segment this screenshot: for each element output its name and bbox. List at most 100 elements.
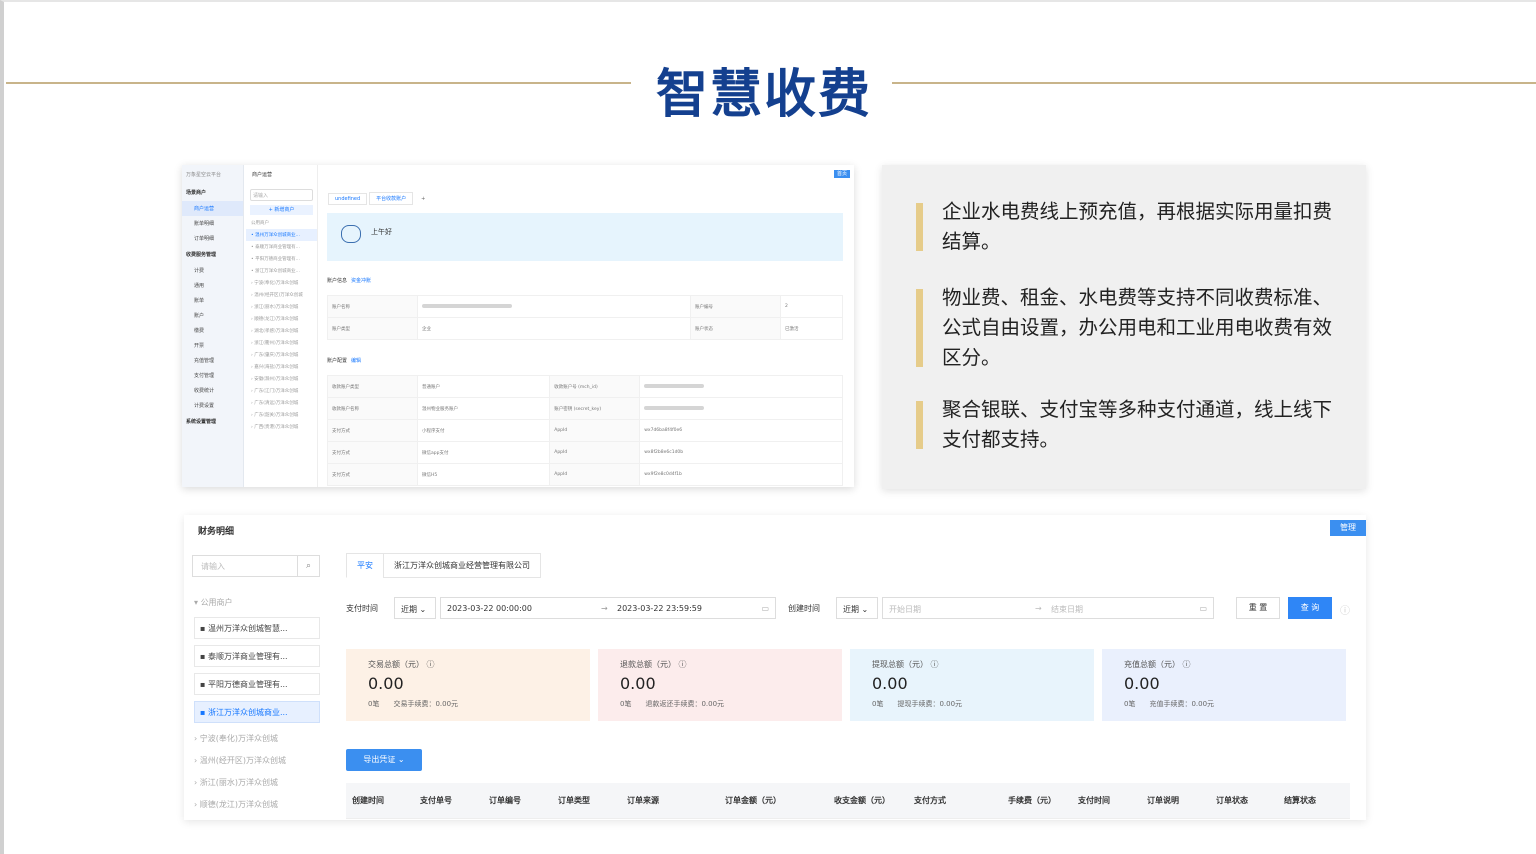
sidebar-group[interactable]: 系统设置管理 (182, 413, 243, 430)
stat-detail: 0笔 充值手续费：0.00元 (1124, 700, 1215, 708)
tree-node[interactable]: • 温州万洋众创城商业... (246, 229, 317, 241)
table-row: 支付方式 微信app支付 AppId wx8f2b8e6c1d0b (327, 441, 843, 464)
reset-button[interactable]: 重 置 (1236, 597, 1280, 619)
column-header[interactable]: 订单状态 (1216, 795, 1248, 806)
sidebar-item[interactable]: 计费设置 (182, 398, 243, 413)
tree-subnode[interactable]: › 宁波(奉化)万洋众创城 (246, 277, 317, 289)
table-cell (639, 397, 843, 420)
column-header[interactable]: 收支金额（元） (834, 795, 890, 806)
tab-bar: 平安 浙江万洋众创城商业经营管理有限公司 (346, 553, 1356, 578)
table-row: 支付方式 微信H5 AppId wx9f2e8c0d4f1b (327, 463, 843, 486)
sidebar-item[interactable]: 通用 (182, 278, 243, 293)
tree-subnode[interactable]: › 广东(韶关)万洋众创城 (246, 409, 317, 421)
pay-date-range[interactable]: 2023-03-22 00:00:00 → 2023-03-22 23:59:5… (440, 597, 776, 619)
table-cell (417, 295, 691, 318)
tree-subnode[interactable]: › 浙江(丽水)万洋众创城 (192, 773, 322, 795)
tree-subnode[interactable]: › 顺德(龙江)万洋众创城 (246, 313, 317, 325)
create-range-select[interactable]: 近期 ⌄ (836, 597, 878, 619)
table-cell: 支付方式 (327, 419, 418, 442)
stat-value: 0.00 (620, 674, 656, 693)
column-header[interactable]: 订单说明 (1147, 795, 1179, 806)
tree-subnode[interactable]: › 广东(肇庆)万洋众创城 (246, 349, 317, 361)
feature-prepay: 企业水电费线上预充值，再根据实际用量扣费结算。 (916, 197, 1336, 257)
sidebar-item[interactable]: 商户运营 (182, 201, 243, 216)
tab-company[interactable]: 浙江万洋众创城商业经营管理有限公司 (383, 553, 541, 578)
table-cell: 微信app支付 (416, 441, 551, 464)
stat-value: 0.00 (872, 674, 908, 693)
tree-subnode[interactable]: › 温州(经开区)万洋众创城 (192, 751, 322, 773)
sidebar-item[interactable]: 充值管理 (182, 353, 243, 368)
tree-subnode[interactable]: › 嘉兴(海盐)万洋众创城 (246, 361, 317, 373)
tree-subnode[interactable]: › 广西(贵港)万洋众创城 (246, 421, 317, 433)
tree-node[interactable]: • 泰顺万洋商业管理有... (246, 241, 317, 253)
tree-node[interactable]: ▪ 浙江万洋众创城商业... (194, 701, 320, 723)
tree-subnode[interactable]: › 宁波(奉化)万洋众创城 (192, 729, 322, 751)
export-button[interactable]: 导出凭证 ⌄ (346, 749, 422, 771)
sidebar-item[interactable]: 计费 (182, 263, 243, 278)
edit-config-link[interactable]: 编辑 (351, 358, 361, 364)
accent-bar (916, 203, 923, 251)
tab-pingan[interactable]: 平安 (346, 553, 384, 578)
tree-subnode[interactable]: › 顺德(龙江)万洋众创城 (192, 795, 322, 817)
add-merchant-button[interactable]: + 新增商户 (250, 205, 313, 215)
home-badge[interactable]: 首页 (834, 170, 850, 178)
sidebar-item[interactable]: 订单明细 (182, 231, 243, 246)
column-header[interactable]: 订单金额（元） (725, 795, 781, 806)
sidebar-item[interactable]: 账单 (182, 293, 243, 308)
column-header[interactable]: 支付方式 (914, 795, 946, 806)
sidebar-item[interactable]: 账户 (182, 308, 243, 323)
finance-title: 财务明细 (198, 527, 235, 537)
tree-group[interactable]: 公用商户 (246, 217, 317, 229)
tree-node[interactable]: • 浙江万洋众创城商业... (246, 265, 317, 277)
tab-undefined[interactable]: undefined (328, 193, 368, 205)
tab-platform-account[interactable]: 平台收款账户 (369, 192, 414, 205)
stat-card: 充值总额（元） ⓘ 0.00 0笔 充值手续费：0.00元 (1102, 649, 1346, 721)
tree-node[interactable]: • 平阳万德商业管理有... (246, 253, 317, 265)
column-header[interactable]: 订单来源 (627, 795, 659, 806)
account-info-table: 账户名称 账户编号 2 账户类型 企业 账户状态 已激活 (327, 295, 844, 340)
sidebar-item[interactable]: 开票 (182, 338, 243, 353)
column-header[interactable]: 创建时间 (352, 795, 384, 806)
tree-search-input[interactable]: 请输入 ⌕ (192, 555, 320, 577)
table-row: 收款账户类型 普通账户 收款账户号 (mch_id) (327, 375, 843, 398)
table-cell: 温州物业服务账户 (416, 397, 551, 420)
query-button[interactable]: 查 询 (1288, 597, 1332, 619)
tree-subnode[interactable]: › 湖北(孝感)万洋众创城 (246, 325, 317, 337)
column-header[interactable]: 手续费（元） (1008, 795, 1056, 806)
stat-value: 0.00 (368, 674, 404, 693)
tree-group[interactable]: ▾ 公用商户 (192, 595, 322, 617)
manage-badge[interactable]: 管理 (1330, 520, 1366, 536)
column-header[interactable]: 订单类型 (558, 795, 590, 806)
sidebar-item[interactable]: 缴费 (182, 323, 243, 338)
sidebar-item[interactable]: 账单明细 (182, 216, 243, 231)
tree-subnode[interactable]: › 浙江(丽水)万洋众创城 (246, 301, 317, 313)
tree-subnode[interactable]: › 安徽(滁州)万洋众创城 (246, 373, 317, 385)
column-header[interactable]: 订单编号 (489, 795, 521, 806)
tree-node[interactable]: ▪ 平阳万德商业管理有... (194, 673, 320, 695)
tree-subnode[interactable]: › 温州(经开区)万洋众创城 (246, 289, 317, 301)
stat-fee: 退款返还手续费：0.00元 (645, 700, 725, 708)
add-tab-icon[interactable]: + (415, 194, 431, 204)
tree-subnode[interactable]: › 广东(清远)万洋众创城 (246, 397, 317, 409)
create-date-range[interactable]: 开始日期 → 结束日期 ▭ (882, 597, 1214, 619)
sidebar-item[interactable]: 收费统计 (182, 383, 243, 398)
tree-search-input[interactable]: 请输入 (250, 189, 313, 201)
table-cell (639, 375, 843, 398)
tree-subnode[interactable]: › 浙江(衢州)万洋众创城 (246, 337, 317, 349)
sidebar-item[interactable]: 支付管理 (182, 368, 243, 383)
search-icon[interactable]: ⌕ (297, 556, 319, 576)
table-row: 支付方式 小程序支付 AppId wx7d6ba8f4f0e6 (327, 419, 843, 442)
table-cell: 企业 (417, 317, 691, 340)
fund-adjust-link[interactable]: 资金冲账 (351, 278, 371, 284)
tree-node[interactable]: ▪ 泰顺万洋商业管理有... (194, 645, 320, 667)
tree-subnode[interactable]: › 广东(江门)万洋众创城 (246, 385, 317, 397)
pay-range-select[interactable]: 近期 ⌄ (394, 597, 436, 619)
column-header[interactable]: 支付单号 (420, 795, 452, 806)
column-header[interactable]: 支付时间 (1078, 795, 1110, 806)
column-header[interactable]: 结算状态 (1284, 795, 1316, 806)
stat-label: 退款总额（元） ⓘ (620, 660, 687, 669)
sidebar-group[interactable]: 场景商户 (182, 184, 243, 201)
merchant-tree: ▾ 公用商户 ▪ 温州万洋众创城智慧... ▪ 泰顺万洋商业管理有... ▪ 平阳万… (192, 595, 322, 817)
tree-node[interactable]: ▪ 温州万洋众创城智慧... (194, 617, 320, 639)
sidebar-group[interactable]: 收费服务管理 (182, 246, 243, 263)
